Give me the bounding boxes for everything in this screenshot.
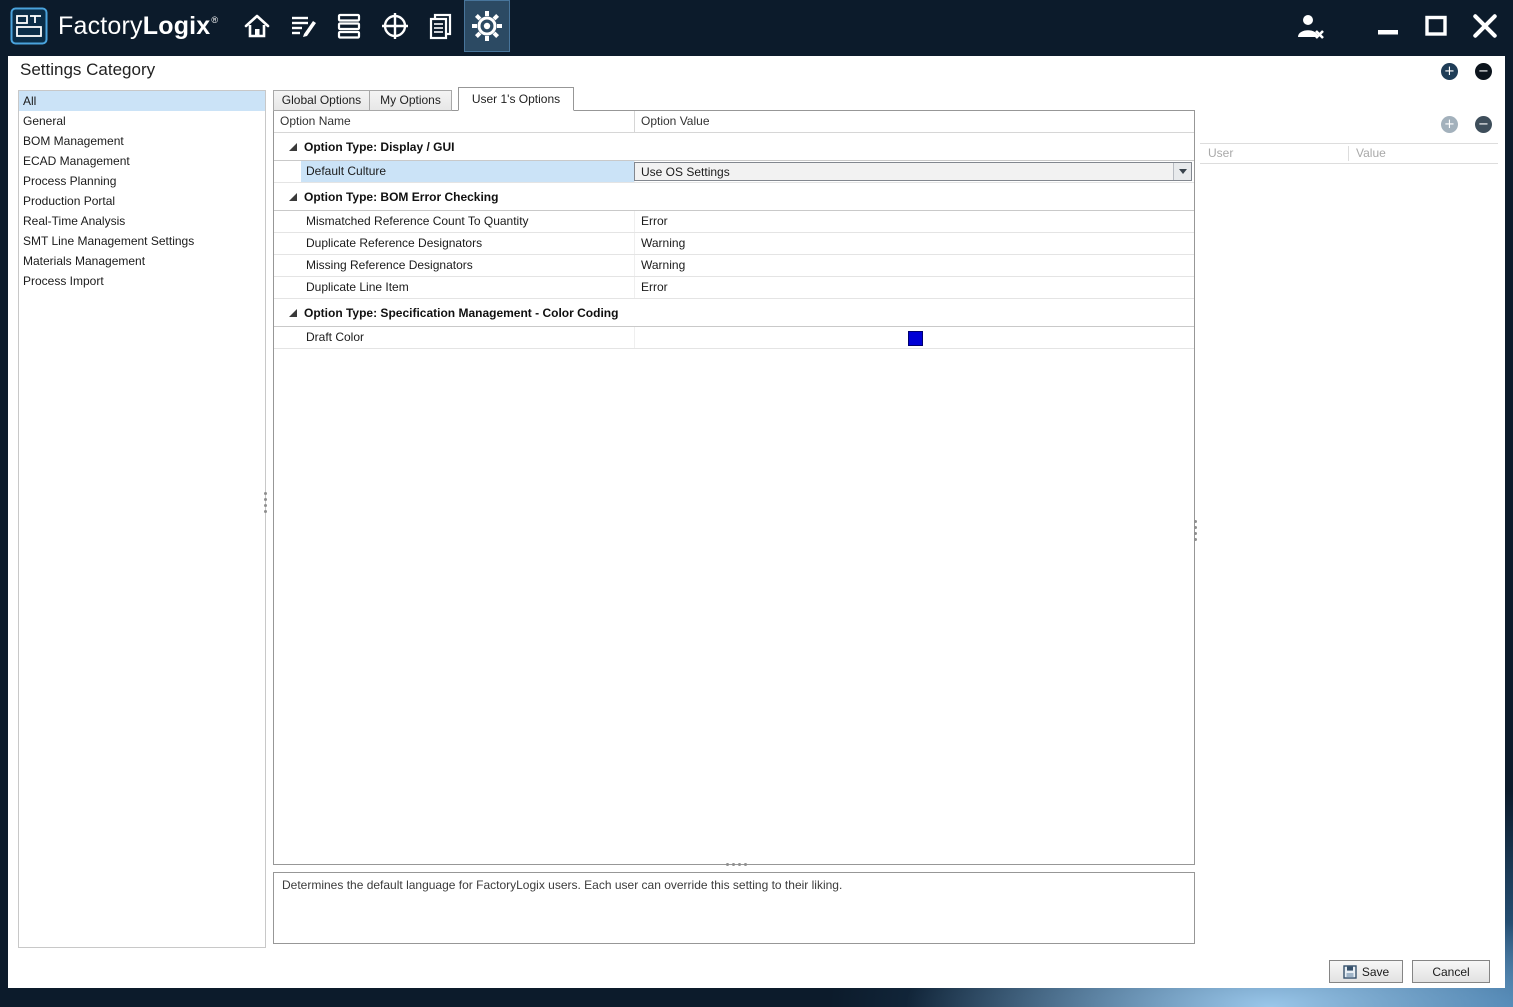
column-header-option-name: Option Name <box>280 111 351 132</box>
left-splitter[interactable] <box>264 492 267 513</box>
sidebar-item-bom-management[interactable]: BOM Management <box>19 131 265 151</box>
group-title: Option Type: Display / GUI <box>304 140 454 154</box>
user-values-header: User Value <box>1200 143 1498 164</box>
group-expander-icon[interactable] <box>289 193 297 201</box>
home-button[interactable] <box>234 0 280 52</box>
default-culture-dropdown[interactable]: Use OS Settings <box>634 162 1192 181</box>
sidebar-item-smt-line-management-settings[interactable]: SMT Line Management Settings <box>19 231 265 251</box>
option-name: Mismatched Reference Count To Quantity <box>301 211 634 232</box>
app-window: FactoryLogix® <box>0 0 1513 1007</box>
option-row-mismatched-reference-count[interactable]: Mismatched Reference Count To Quantity E… <box>274 211 1194 233</box>
right-splitter[interactable] <box>1194 520 1197 541</box>
column-header-user: User <box>1208 144 1233 163</box>
cancel-button[interactable]: Cancel <box>1412 960 1490 983</box>
settings-category-list: All General BOM Management ECAD Manageme… <box>18 90 266 948</box>
materials-icon <box>334 11 364 41</box>
npi-editor-icon <box>288 11 318 41</box>
tab-user1-options[interactable]: User 1's Options <box>458 87 574 111</box>
close-icon <box>1471 12 1499 40</box>
add-button-top[interactable]: + <box>1441 63 1458 80</box>
sidebar-item-process-import[interactable]: Process Import <box>19 271 265 291</box>
option-name: Duplicate Line Item <box>301 277 634 298</box>
option-name: Missing Reference Designators <box>301 255 634 276</box>
option-value: Warning <box>641 233 685 254</box>
chevron-down-icon[interactable] <box>1173 163 1191 180</box>
sidebar-item-production-portal[interactable]: Production Portal <box>19 191 265 211</box>
app-logo-icon <box>10 7 48 45</box>
minimize-button[interactable] <box>1375 13 1401 39</box>
option-description: Determines the default language for Fact… <box>273 872 1195 944</box>
sidebar-item-materials-management[interactable]: Materials Management <box>19 251 265 271</box>
user-logout-icon <box>1295 11 1325 41</box>
close-button[interactable] <box>1471 12 1499 40</box>
option-row-duplicate-line-item[interactable]: Duplicate Line Item Error <box>274 277 1194 299</box>
option-row-draft-color[interactable]: Draft Color <box>274 327 1194 349</box>
option-value: Warning <box>641 255 685 276</box>
option-name: Draft Color <box>301 327 634 348</box>
add-user-value-button[interactable]: + <box>1441 116 1458 133</box>
sidebar-item-process-planning[interactable]: Process Planning <box>19 171 265 191</box>
home-icon <box>242 11 272 41</box>
main-toolbar <box>234 0 510 52</box>
options-grid-header: Option Name Option Value <box>274 111 1194 133</box>
settings-category-title: Settings Category <box>20 60 155 80</box>
titlebar: FactoryLogix® <box>0 0 1513 52</box>
sidebar-item-all[interactable]: All <box>19 91 265 111</box>
group-display-gui[interactable]: Option Type: Display / GUI <box>274 133 1194 161</box>
option-name: Duplicate Reference Designators <box>301 233 634 254</box>
remove-user-value-button[interactable]: − <box>1475 116 1492 133</box>
documents-icon <box>426 11 456 41</box>
column-header-option-value: Option Value <box>641 111 710 132</box>
group-title: Option Type: BOM Error Checking <box>304 190 498 204</box>
group-expander-icon[interactable] <box>289 143 297 151</box>
production-button[interactable] <box>372 0 418 52</box>
options-grid: Option Name Option Value Option Type: Di… <box>273 110 1195 865</box>
maximize-button[interactable] <box>1423 13 1449 39</box>
group-bom-error-checking[interactable]: Option Type: BOM Error Checking <box>274 183 1194 211</box>
draft-color-swatch[interactable] <box>908 331 923 346</box>
options-tabs: Global Options My Options User 1's Optio… <box>273 87 574 111</box>
group-title: Option Type: Specification Management - … <box>304 306 618 320</box>
settings-gear-icon <box>471 10 503 42</box>
npi-editor-button[interactable] <box>280 0 326 52</box>
settings-button[interactable] <box>464 0 510 52</box>
documents-button[interactable] <box>418 0 464 52</box>
production-icon <box>380 11 410 41</box>
window-controls <box>1295 11 1513 41</box>
materials-button[interactable] <box>326 0 372 52</box>
option-row-missing-reference-designators[interactable]: Missing Reference Designators Warning <box>274 255 1194 277</box>
tab-global-options[interactable]: Global Options <box>273 90 370 111</box>
option-row-duplicate-reference-designators[interactable]: Duplicate Reference Designators Warning <box>274 233 1194 255</box>
save-button[interactable]: Save <box>1329 960 1403 983</box>
column-header-value: Value <box>1356 144 1386 163</box>
main-content: Settings Category + − All General BOM Ma… <box>8 56 1505 988</box>
option-name: Default Culture <box>301 161 634 182</box>
logout-user-button[interactable] <box>1295 11 1325 41</box>
save-button-label: Save <box>1362 965 1389 979</box>
sidebar-item-real-time-analysis[interactable]: Real-Time Analysis <box>19 211 265 231</box>
cancel-button-label: Cancel <box>1432 965 1469 979</box>
option-row-default-culture[interactable]: Default Culture Use OS Settings <box>274 161 1194 183</box>
minimize-icon <box>1375 13 1401 39</box>
group-specification-management-color-coding[interactable]: Option Type: Specification Management - … <box>274 299 1194 327</box>
horizontal-splitter[interactable] <box>726 863 747 866</box>
app-title: FactoryLogix® <box>58 12 218 41</box>
maximize-icon <box>1423 13 1449 39</box>
sidebar-item-ecad-management[interactable]: ECAD Management <box>19 151 265 171</box>
option-value: Error <box>641 211 668 232</box>
remove-button-top[interactable]: − <box>1475 63 1492 80</box>
dropdown-selected-value: Use OS Settings <box>635 165 1173 179</box>
save-icon <box>1343 965 1357 979</box>
option-value: Error <box>641 277 668 298</box>
group-expander-icon[interactable] <box>289 309 297 317</box>
sidebar-item-general[interactable]: General <box>19 111 265 131</box>
tab-my-options[interactable]: My Options <box>370 90 452 111</box>
